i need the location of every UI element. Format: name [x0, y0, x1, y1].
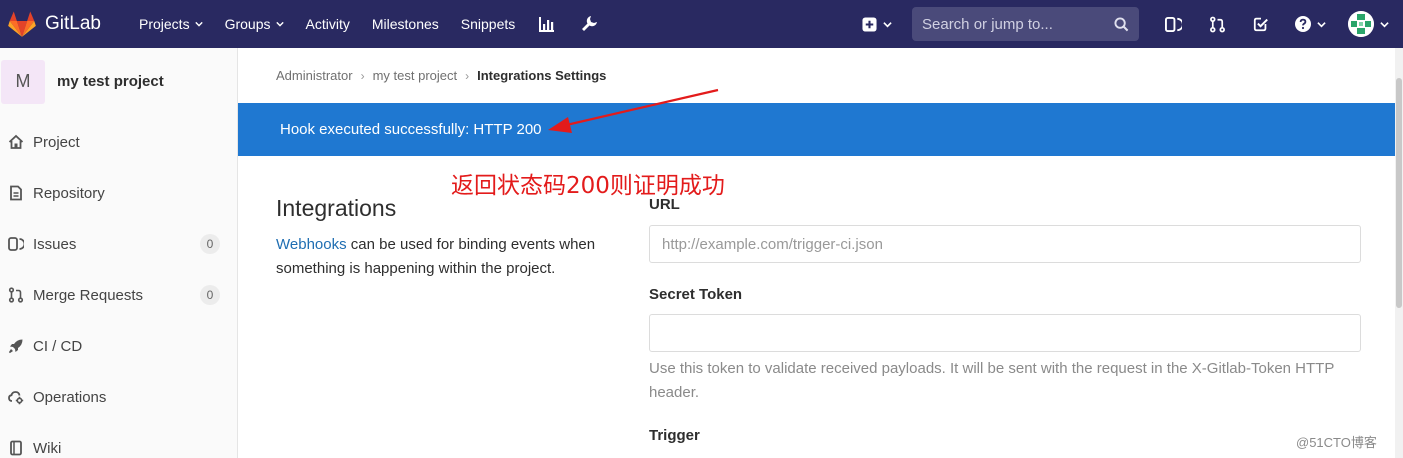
- flash-message: Hook executed successfully: HTTP 200: [280, 121, 542, 138]
- chevron-right-icon: ›: [360, 68, 365, 83]
- sidebar-item-label: Wiki: [33, 439, 62, 457]
- nav-projects-label: Projects: [139, 16, 190, 32]
- todo-check-icon: [1253, 17, 1268, 32]
- scrollbar-thumb[interactable]: [1396, 78, 1402, 308]
- nav-admin-area[interactable]: [568, 0, 610, 48]
- top-navbar: GitLab Projects Groups Activity Mileston…: [0, 0, 1403, 48]
- issues-icon: [8, 237, 24, 251]
- merge-requests-link[interactable]: [1195, 0, 1239, 48]
- search-input[interactable]: [922, 15, 1102, 33]
- wrench-icon: [582, 16, 598, 31]
- issues-link[interactable]: [1151, 0, 1195, 48]
- secret-token-input[interactable]: [649, 314, 1361, 352]
- sidebar-item-label: Issues: [33, 235, 77, 253]
- sidebar-item-project[interactable]: Project: [0, 122, 238, 162]
- chevron-down-icon: [194, 21, 203, 27]
- chevron-down-icon: [275, 21, 284, 27]
- new-dropdown-button[interactable]: [852, 0, 902, 48]
- gitlab-home-link[interactable]: GitLab: [0, 0, 128, 48]
- annotation-arrow-icon: [548, 88, 719, 133]
- nav-groups-label: Groups: [224, 16, 271, 32]
- sidebar-item-issues[interactable]: Issues 0: [0, 224, 238, 264]
- sidebar-project-header[interactable]: M my test project: [0, 48, 237, 115]
- sidebar-item-ci-cd[interactable]: CI / CD: [0, 326, 238, 366]
- sidebar-item-label: Merge Requests: [33, 286, 144, 304]
- sidebar-item-operations[interactable]: Operations: [0, 377, 238, 417]
- sidebar-item-label: Project: [33, 133, 80, 151]
- watermark-text: @51CTO博客: [1296, 435, 1377, 450]
- sidebar-item-label: Repository: [33, 184, 105, 202]
- document-icon: [10, 185, 22, 201]
- breadcrumb-item-current[interactable]: Integrations Settings: [477, 68, 606, 83]
- sidebar-item-wiki[interactable]: Wiki: [0, 428, 238, 458]
- integrations-title: Integrations: [276, 195, 397, 221]
- breadcrumb-item-admin[interactable]: Administrator: [276, 68, 353, 83]
- page-scrollbar[interactable]: [1395, 48, 1403, 458]
- nav-snippets[interactable]: Snippets: [450, 0, 526, 48]
- book-icon: [10, 440, 22, 456]
- nav-activity[interactable]: Activity: [295, 0, 361, 48]
- nav-milestones[interactable]: Milestones: [361, 0, 450, 48]
- annotation-text: 返回状态码200则证明成功: [451, 173, 725, 199]
- url-label: URL: [649, 196, 680, 213]
- url-input[interactable]: [649, 225, 1361, 263]
- plus-square-icon: [862, 16, 877, 32]
- cloud-gear-icon: [8, 391, 24, 405]
- sidebar-item-label: Operations: [33, 388, 107, 406]
- integrations-description: Webhooks can be used for binding events …: [276, 233, 626, 281]
- search-icon: [1114, 16, 1129, 31]
- nav-milestones-label: Milestones: [371, 16, 439, 32]
- navbar-right: [852, 0, 1403, 48]
- issues-count-badge: 0: [200, 234, 220, 254]
- project-avatar: M: [1, 59, 45, 104]
- breadcrumb-item-project[interactable]: my test project: [373, 68, 458, 83]
- flash-notice: Hook executed successfully: HTTP 200: [238, 103, 1400, 156]
- nav-snippets-label: Snippets: [460, 16, 516, 32]
- brand-name: GitLab: [45, 13, 101, 34]
- sidebar-item-label: CI / CD: [33, 337, 83, 355]
- nav-groups[interactable]: Groups: [214, 0, 295, 48]
- user-avatar-icon: [1347, 11, 1374, 37]
- nav-projects[interactable]: Projects: [128, 0, 214, 48]
- chevron-down-icon: [883, 21, 892, 27]
- search-box[interactable]: [912, 7, 1139, 41]
- trigger-label: Trigger: [649, 427, 700, 444]
- issues-icon: [1164, 16, 1182, 32]
- todos-link[interactable]: [1239, 0, 1283, 48]
- webhooks-link[interactable]: Webhooks: [276, 236, 347, 253]
- secret-token-help: Use this token to validate received payl…: [649, 360, 1335, 401]
- question-icon: [1294, 16, 1311, 32]
- merge-request-icon: [8, 287, 24, 303]
- gitlab-logo-icon: [8, 11, 36, 37]
- help-dropdown[interactable]: [1283, 0, 1337, 48]
- breadcrumb: Administrator › my test project › Integr…: [276, 68, 606, 83]
- project-sidebar: M my test project Project Repository Iss…: [0, 48, 238, 458]
- rocket-icon: [8, 339, 23, 354]
- merge-request-icon: [1209, 16, 1225, 32]
- home-icon: [8, 134, 24, 149]
- chevron-right-icon: ›: [465, 68, 470, 83]
- chart-icon: [539, 17, 555, 32]
- user-menu-dropdown[interactable]: [1337, 0, 1399, 48]
- project-name: my test project: [57, 73, 164, 90]
- nav-analytics[interactable]: [526, 0, 568, 48]
- nav-activity-label: Activity: [305, 16, 350, 32]
- chevron-down-icon: [1316, 21, 1326, 27]
- sidebar-item-repository[interactable]: Repository: [0, 173, 238, 213]
- merge-requests-count-badge: 0: [200, 285, 220, 305]
- secret-token-label: Secret Token: [649, 286, 743, 303]
- sidebar-item-merge-requests[interactable]: Merge Requests 0: [0, 275, 238, 315]
- chevron-down-icon: [1379, 21, 1389, 27]
